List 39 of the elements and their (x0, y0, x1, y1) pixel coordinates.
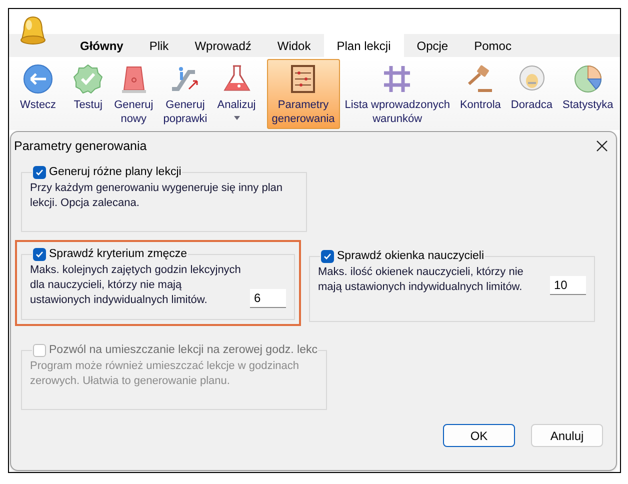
close-icon[interactable] (596, 140, 608, 152)
ribbon-button[interactable]: Generuj poprawki (158, 59, 212, 129)
caret-icon (234, 116, 240, 120)
dialog-title: Parametry generowania (14, 138, 147, 155)
checkmark-icon (35, 168, 44, 178)
ribbon-button[interactable]: Generuj nowy (109, 59, 158, 129)
checkmark-icon (35, 250, 44, 260)
ribbon-button[interactable]: Testuj (67, 59, 110, 129)
description-text: Maks. kolejnych zajętych godzin lekcyjnych dla nauczycieli, którzy nie mają ustawionych indywidualnych limitów. (30, 263, 242, 308)
ribbon-tab[interactable]: Opcje (404, 34, 462, 57)
pie-chart-icon (572, 63, 604, 95)
ribbon-tab[interactable]: Plik (136, 34, 182, 57)
ribbon-button[interactable]: Analizuj (212, 59, 261, 129)
ribbon-button[interactable]: Doradca (506, 59, 558, 129)
number-field[interactable]: 6 (250, 289, 286, 308)
checkmark-icon (323, 252, 332, 262)
dialog-button[interactable]: Anuluj (531, 424, 603, 447)
ribbon-button[interactable]: Lista wprowadzonych warunków (340, 59, 455, 129)
description-text: Przy każdym generowaniu wygeneruje się inny plan lekcji. Opcja zalecana. (30, 181, 284, 212)
ribbon-tab[interactable]: Wprowadź (182, 34, 264, 57)
checkbox[interactable] (321, 250, 334, 264)
checkbox[interactable] (33, 248, 46, 262)
description-text: Program może również umieszczać lekcje w godzinach zerowych. Ułatwia to generowanie planu. (30, 359, 300, 390)
checkbox-label[interactable]: Sprawdź kryterium zmęcze (49, 246, 188, 264)
ribbon-tab[interactable]: Główny (67, 34, 136, 57)
ribbon-tab[interactable]: Pomoc (461, 34, 524, 57)
ribbon-tab[interactable]: Widok (264, 34, 324, 57)
check-badge-icon (72, 63, 104, 95)
description-text: Maks. ilość okienek nauczycieli, którzy nie mają ustawionych indywidualnych limitów. (318, 265, 524, 296)
ribbon-button[interactable]: Parametry generowania (266, 59, 340, 129)
ribbon-button[interactable]: Kontrola (454, 59, 506, 129)
ribbon-button[interactable]: Wstecz (15, 59, 62, 129)
ribbon-tab[interactable]: Plan lekcji (324, 34, 404, 57)
checkbox-label[interactable]: Sprawdź okienka nauczycieli (337, 248, 484, 266)
number-field[interactable]: 10 (550, 276, 586, 296)
dialog-button[interactable]: OK (443, 424, 515, 447)
checkbox-label[interactable]: Generuj różne plany lekcji (49, 164, 182, 182)
checkbox[interactable] (33, 166, 46, 180)
ribbon-button[interactable]: Statystyka (558, 59, 618, 129)
